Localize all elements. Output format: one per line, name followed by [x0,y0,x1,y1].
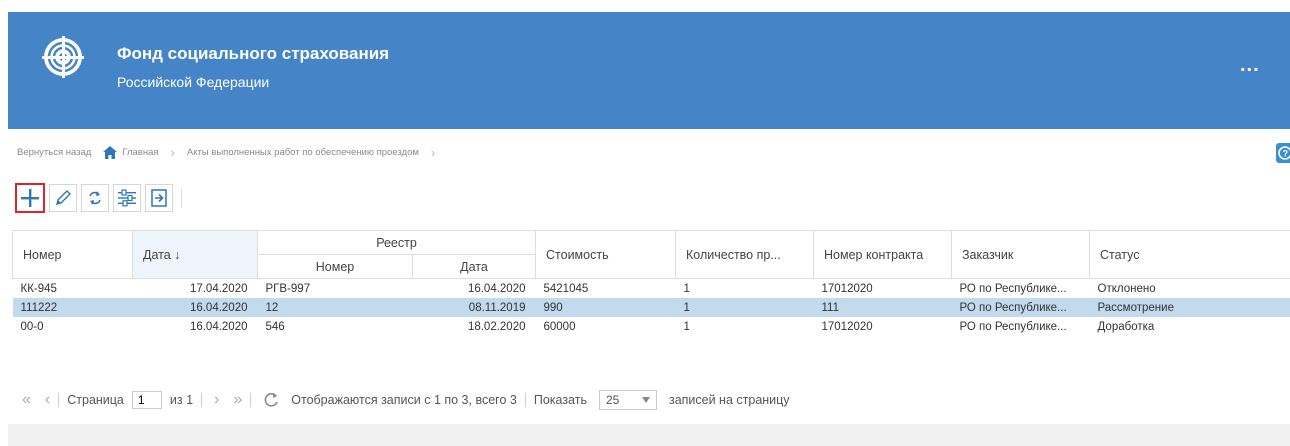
toolbar-divider [181,188,182,208]
pager-divider [524,393,526,407]
top-strip [0,0,1290,12]
cell-quantity: 1 [683,320,690,333]
cell-date: 16.04.2020 [189,320,248,333]
col-header-number[interactable]: Номер [12,230,133,279]
show-label: Показать [533,393,587,407]
help-icon[interactable]: ? [1276,143,1290,163]
cell-registry-date: 08.11.2019 [412,298,536,317]
cell-status: Рассмотрение [1089,298,1290,317]
table-row[interactable]: 00-0 16.04.2020 546 18.02.2020 60000 1 1… [13,317,1290,336]
col-header-contract[interactable]: Номер контракта [813,230,952,279]
col-header-cost[interactable]: Стоимость [535,230,676,279]
per-page-label: записей на страницу [668,393,790,407]
cell-cost: 990 [535,298,676,317]
cell-date: 16.04.2020 [132,298,258,317]
pagination: « ‹ Страница из 1 › » Отображаются запис… [22,390,790,410]
filter-settings-icon [118,189,136,207]
col-header-registry-date[interactable]: Дата [412,254,536,279]
cell-registry-date: 16.04.2020 [467,282,526,295]
cell-customer: РО по Республике... [959,320,1067,333]
chevron-right-icon: › [170,145,175,160]
cell-contract: 17012020 [821,282,873,295]
fss-logo-icon [42,36,84,78]
cell-cost: 60000 [543,320,576,333]
page-label: Страница [67,393,124,407]
toolbar [15,181,182,215]
cell-number: КК-945 [20,282,57,295]
cell-registry-date: 18.02.2020 [467,320,526,333]
breadcrumb-home[interactable]: Главная [122,147,158,158]
cell-registry-number: 546 [265,320,285,333]
cell-status: Отклонено [1097,282,1156,295]
prev-page-icon[interactable]: ‹ [45,391,50,409]
breadcrumb-current: Акты выполненных работ по обеспечению пр… [186,147,419,158]
org-title: Фонд социального страхования [117,44,390,63]
cell-number: 111222 [12,298,133,317]
records-info: Отображаются записи с 1 по 3, всего 3 [291,393,517,407]
plus-icon [21,189,39,207]
export-icon [151,189,167,207]
next-page-icon[interactable]: › [214,391,219,409]
breadcrumb: Вернуться назад Главная › Акты выполненн… [17,145,447,160]
chevron-down-icon [641,397,650,403]
page-size-value: 25 [605,393,620,407]
cell-contract: 111 [813,298,952,317]
export-button[interactable] [145,184,173,212]
cell-registry-number: 12 [257,298,413,317]
sort-down-icon: ↓ [174,247,181,262]
more-menu-icon[interactable]: ... [1240,55,1260,75]
col-header-status[interactable]: Статус [1089,230,1290,279]
org-subtitle: Российской Федерации [117,74,270,90]
page-size-select[interactable]: 25 [598,390,657,410]
last-page-icon[interactable]: » [233,391,242,409]
col-header-registry: Реестр [257,230,536,255]
table-row[interactable]: КК-945 17.04.2020 РГВ-997 16.04.2020 542… [13,279,1290,299]
cell-cost: 5421045 [543,282,589,295]
cell-contract: 17012020 [821,320,873,333]
col-header-quantity[interactable]: Количество пр... [675,230,814,279]
svg-text:?: ? [1283,149,1289,159]
reload-icon[interactable] [263,392,279,408]
edit-button[interactable] [49,184,77,212]
back-link[interactable]: Вернуться назад [17,147,91,158]
pencil-icon [56,190,71,205]
app-header: Фонд социального страхования Российской … [8,12,1290,129]
refresh-button[interactable] [81,184,109,212]
col-header-registry-number[interactable]: Номер [257,254,413,279]
filter-settings-button[interactable] [113,184,141,212]
refresh-icon [89,191,101,205]
cell-customer: РО по Республике... [959,282,1067,295]
first-page-icon[interactable]: « [22,391,31,409]
add-button[interactable] [15,183,45,213]
chevron-right-icon: › [430,145,436,160]
col-header-customer[interactable]: Заказчик [951,230,1090,279]
table-row[interactable]: 111222 16.04.2020 12 08.11.2019 990 1 11… [12,298,1290,317]
cell-number: 00-0 [20,320,44,333]
cell-registry-number: РГВ-997 [265,282,311,295]
pager-divider [58,393,60,407]
col-header-date[interactable]: Дата ↓ [132,230,258,279]
acts-table: Номер Дата ↓ Реестр Стоимость Количество… [12,230,1290,336]
cell-status: Доработка [1097,320,1155,333]
cell-quantity: 1 [675,298,814,317]
cell-quantity: 1 [683,282,690,295]
pager-divider [250,393,252,407]
page-number-input[interactable] [131,391,162,409]
cell-date: 17.04.2020 [189,282,248,295]
cell-customer: РО по Республике... [951,298,1090,317]
pager-divider [201,393,203,407]
footer-band [8,424,1290,446]
home-icon[interactable] [103,146,118,159]
page-count: из 1 [169,393,194,407]
